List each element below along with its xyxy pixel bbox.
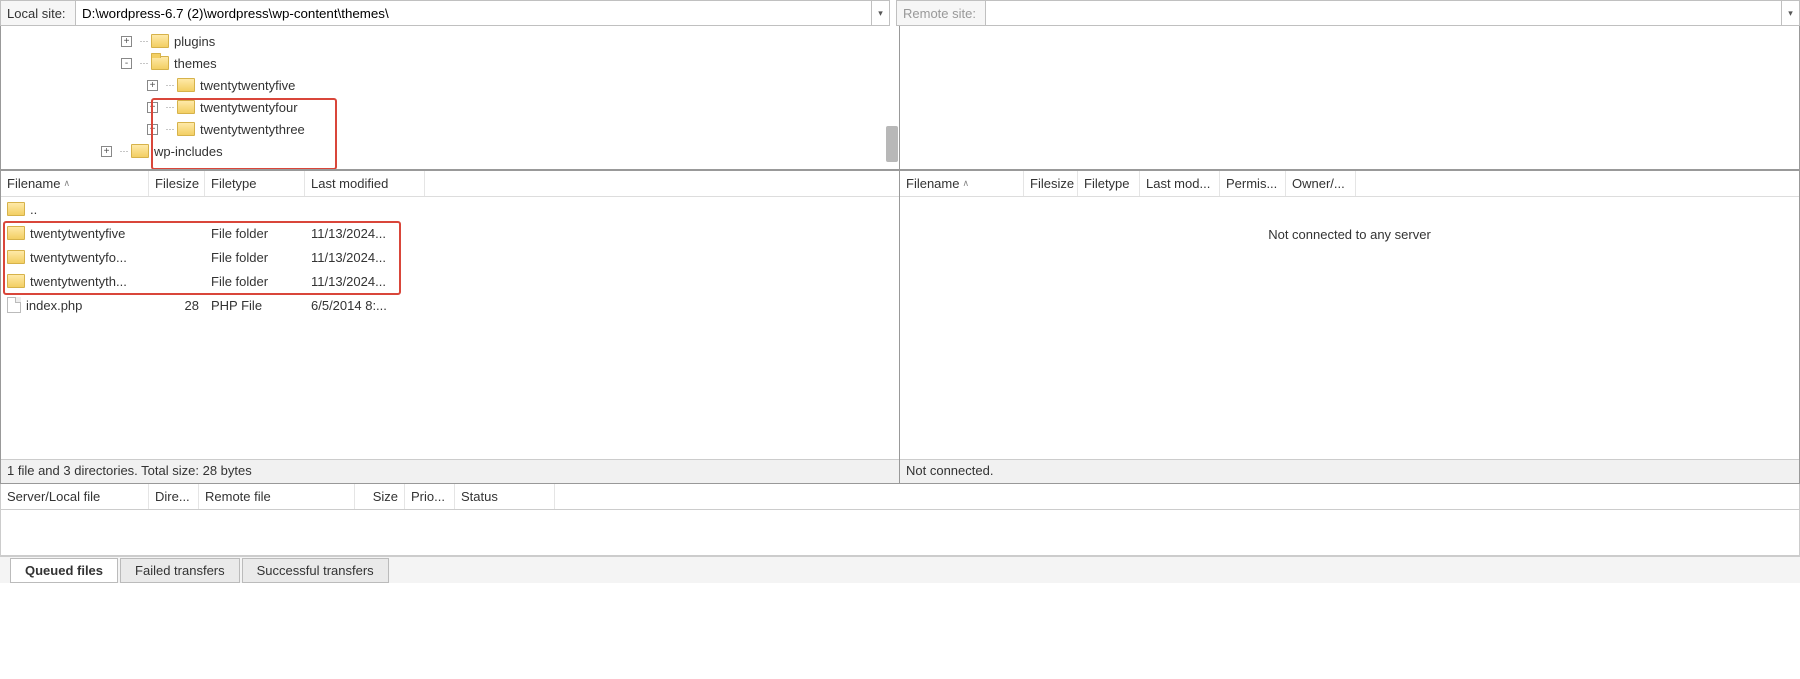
file-row[interactable]: twentytwentyfo... File folder11/13/2024..…	[1, 245, 899, 269]
tree-connector-icon: ⋯	[162, 124, 176, 135]
local-status-bar: 1 file and 3 directories. Total size: 28…	[1, 459, 899, 483]
col-filename: Filename∧	[900, 171, 1024, 196]
remote-site-label: Remote site:	[896, 0, 986, 26]
col-lastmod[interactable]: Last modified	[305, 171, 425, 196]
expand-toggle[interactable]: +	[147, 80, 158, 91]
qcol-dir[interactable]: Dire...	[149, 484, 199, 509]
expand-toggle[interactable]: +	[147, 124, 158, 135]
tree-item-label: twentytwentythree	[200, 122, 305, 137]
qcol-status[interactable]: Status	[455, 484, 555, 509]
folder-icon	[7, 274, 25, 288]
remote-file-list: Not connected to any server	[900, 197, 1799, 459]
col-permissions[interactable]: Permis...	[1220, 171, 1286, 196]
file-modified: 11/13/2024...	[305, 274, 425, 289]
tab-failed[interactable]: Failed transfers	[120, 558, 240, 583]
queue-columns[interactable]: Server/Local file Dire... Remote file Si…	[0, 484, 1800, 510]
expand-toggle[interactable]: -	[121, 58, 132, 69]
local-file-list[interactable]: ..twentytwentyfiveFile folder11/13/2024.…	[1, 197, 899, 459]
tree-item-label: wp-includes	[154, 144, 223, 159]
remote-path-dropdown[interactable]: ▾	[1782, 0, 1800, 26]
col-owner[interactable]: Owner/...	[1286, 171, 1356, 196]
remote-file-columns[interactable]: Filename∧ Filesize Filetype Last mod... …	[900, 171, 1799, 197]
expand-toggle[interactable]: +	[121, 36, 132, 47]
tree-item-label: plugins	[174, 34, 215, 49]
queue-body[interactable]	[0, 510, 1800, 556]
file-row[interactable]: ..	[1, 197, 899, 221]
local-site-label: Local site:	[0, 0, 76, 26]
remote-status-bar: Not connected.	[900, 459, 1799, 483]
folder-icon	[7, 202, 25, 216]
local-tree[interactable]: +⋯plugins-⋯themes+⋯twentytwentyfive+⋯twe…	[1, 26, 899, 170]
expand-toggle[interactable]: +	[147, 102, 158, 113]
tree-item-label: twentytwentyfour	[200, 100, 298, 115]
folder-icon	[131, 144, 149, 158]
tree-connector-icon: ⋯	[116, 146, 130, 157]
qcol-remote[interactable]: Remote file	[199, 484, 355, 509]
file-name: twentytwentyfive	[30, 226, 125, 241]
file-name: twentytwentyfo...	[30, 250, 127, 265]
file-modified: 6/5/2014 8:...	[305, 298, 425, 313]
file-name: index.php	[26, 298, 82, 313]
folder-icon	[151, 56, 169, 70]
col-filename: Filename∧	[1, 171, 149, 196]
local-file-columns[interactable]: Filename∧ Filesize Filetype Last modifie…	[1, 171, 899, 197]
file-type: File folder	[205, 226, 305, 241]
tree-connector-icon: ⋯	[162, 80, 176, 91]
tree-item[interactable]: + ⋯ twentytwentythree	[1, 118, 899, 140]
tree-item[interactable]: + ⋯ plugins	[1, 30, 899, 52]
file-modified: 11/13/2024...	[305, 226, 425, 241]
file-name: twentytwentyth...	[30, 274, 127, 289]
expand-toggle[interactable]: +	[101, 146, 112, 157]
file-row[interactable]: twentytwentyfive File folder11/13/2024...	[1, 221, 899, 245]
tree-connector-icon: ⋯	[136, 58, 150, 69]
scrollbar-thumb[interactable]	[886, 126, 898, 162]
tree-item[interactable]: + ⋯ wp-includes	[1, 140, 899, 162]
col-filetype[interactable]: Filetype	[205, 171, 305, 196]
local-path-input[interactable]	[76, 0, 872, 26]
tree-connector-icon: ⋯	[162, 102, 176, 113]
qcol-server[interactable]: Server/Local file	[1, 484, 149, 509]
folder-icon	[177, 122, 195, 136]
tab-queued[interactable]: Queued files	[10, 558, 118, 583]
remote-empty-message: Not connected to any server	[900, 197, 1799, 242]
col-filesize[interactable]: Filesize	[1024, 171, 1078, 196]
sort-caret-icon: ∧	[63, 178, 70, 189]
file-name: ..	[30, 202, 37, 217]
file-type: File folder	[205, 274, 305, 289]
file-type: PHP File	[205, 298, 305, 313]
qcol-prio[interactable]: Prio...	[405, 484, 455, 509]
tree-item[interactable]: + ⋯ twentytwentyfive	[1, 74, 899, 96]
file-size: 28	[149, 298, 205, 313]
tree-item-label: twentytwentyfive	[200, 78, 295, 93]
file-row[interactable]: twentytwentyth... File folder11/13/2024..…	[1, 269, 899, 293]
remote-path-input	[986, 0, 1782, 26]
local-path-dropdown[interactable]: ▾	[872, 0, 890, 26]
col-lastmod[interactable]: Last mod...	[1140, 171, 1220, 196]
tree-item-label: themes	[174, 56, 217, 71]
col-filesize[interactable]: Filesize	[149, 171, 205, 196]
file-icon	[7, 297, 21, 313]
tree-item[interactable]: + ⋯ twentytwentyfour	[1, 96, 899, 118]
tab-success[interactable]: Successful transfers	[242, 558, 389, 583]
tree-item[interactable]: -⋯ themes	[1, 52, 899, 74]
qcol-size[interactable]: Size	[355, 484, 405, 509]
file-type: File folder	[205, 250, 305, 265]
remote-tree	[900, 26, 1799, 170]
col-filetype[interactable]: Filetype	[1078, 171, 1140, 196]
tree-connector-icon: ⋯	[136, 36, 150, 47]
folder-icon	[151, 34, 169, 48]
file-row[interactable]: index.php 28PHP File6/5/2014 8:...	[1, 293, 899, 317]
folder-icon	[177, 100, 195, 114]
folder-icon	[7, 250, 25, 264]
file-modified: 11/13/2024...	[305, 250, 425, 265]
folder-icon	[177, 78, 195, 92]
queue-tabs: Queued files Failed transfers Successful…	[0, 556, 1800, 583]
folder-icon	[7, 226, 25, 240]
sort-caret-icon: ∧	[962, 178, 969, 189]
